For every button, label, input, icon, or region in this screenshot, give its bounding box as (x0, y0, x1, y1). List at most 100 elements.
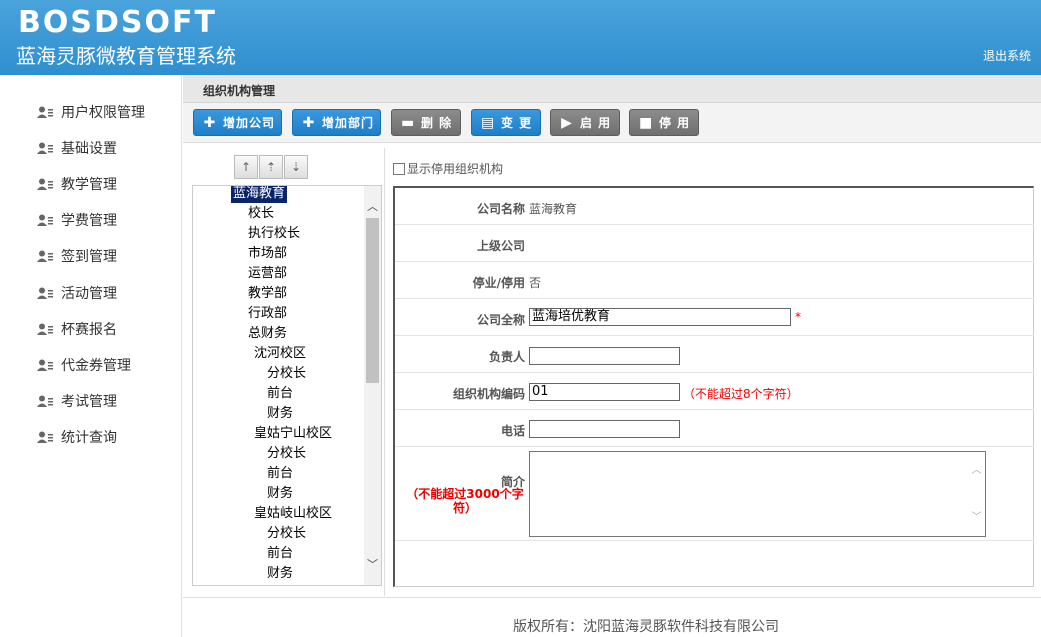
form-row-code: 组织机构编码 01 （不能超过8个字符） (395, 373, 1034, 410)
plus-icon: ✚ (203, 114, 217, 131)
chevron-down-icon[interactable]: ﹀ (364, 556, 381, 573)
form-row-phone: 电话 (395, 410, 1034, 447)
sidebar-item-label: 用户权限管理 (61, 105, 145, 121)
user-icon (37, 431, 53, 443)
sidebar-item-label: 学费管理 (61, 213, 117, 229)
add-department-button[interactable]: ✚ 增加部门 (292, 109, 381, 136)
add-company-button[interactable]: ✚ 增加公司 (193, 109, 282, 136)
tree-node[interactable]: 行政部 (248, 305, 287, 323)
required-mark: * (795, 310, 801, 324)
sidebar-item-label: 代金券管理 (61, 358, 131, 374)
disable-label: 停 用 (659, 116, 691, 130)
tree-node[interactable]: 总财务 (248, 325, 287, 343)
move-down-icon[interactable]: ⇣ (284, 155, 308, 179)
disable-button[interactable]: ■ 停 用 (629, 109, 699, 136)
add-department-label: 增加部门 (322, 116, 375, 130)
expand-all-icon[interactable]: ⇡ (259, 155, 283, 179)
phone-label: 电话 (500, 424, 525, 438)
show-disabled-label: 显示停用组织机构 (407, 162, 504, 176)
tree-node[interactable]: 前台 (267, 545, 293, 563)
manager-input[interactable] (529, 347, 680, 365)
sidebar-item-tuition[interactable]: 学费管理 (37, 209, 117, 231)
breadcrumb: 组织机构管理 (183, 75, 1041, 103)
tree-node[interactable]: 执行校长 (248, 225, 300, 243)
sidebar-item-exams[interactable]: 考试管理 (37, 390, 117, 412)
sidebar-item-user-permissions[interactable]: 用户权限管理 (37, 101, 145, 123)
user-icon (37, 323, 53, 335)
form-row-parent: 上级公司 (395, 225, 1034, 262)
delete-label: 删 除 (421, 116, 453, 130)
enable-button[interactable]: ▶ 启 用 (550, 109, 620, 136)
tree-node[interactable]: 前台 (267, 465, 293, 483)
tree-node[interactable]: 皇姑岐山校区 (254, 505, 332, 523)
tree-node[interactable]: 分校长 (267, 365, 306, 383)
tree-node[interactable]: 财务 (267, 485, 293, 503)
org-code-hint: （不能超过8个字符） (683, 387, 799, 401)
change-label: 变 更 (501, 116, 533, 130)
form-row-status: 停业/停用 否 (395, 262, 1034, 299)
move-up-icon[interactable]: ↑ (234, 155, 258, 179)
brand-logo: BOSDSOFT (18, 5, 217, 40)
tree-node[interactable]: 运营部 (248, 265, 287, 283)
tree-node[interactable]: 沈河校区 (254, 345, 306, 363)
document-icon: ▤ (481, 114, 496, 131)
parent-company-label: 上级公司 (476, 239, 525, 253)
sidebar-item-label: 考试管理 (61, 394, 117, 410)
sidebar-item-vouchers[interactable]: 代金券管理 (37, 354, 131, 376)
org-code-label: 组织机构编码 (452, 387, 525, 401)
tree-node[interactable]: 财务 (267, 405, 293, 423)
org-tree: 蓝海教育 校长 执行校长 市场部 运营部 教学部 行政部 总财务 沈河校区 分校… (192, 185, 382, 586)
tree-node[interactable]: 分校长 (267, 445, 306, 463)
user-icon (37, 142, 53, 154)
status-value: 否 (529, 276, 542, 290)
user-icon (37, 178, 53, 190)
sidebar-item-activities[interactable]: 活动管理 (37, 282, 117, 304)
company-form: 公司名称 蓝海教育 上级公司 停业/停用 否 公司全称 蓝海培优教育 * 负责人… (393, 186, 1034, 587)
phone-input[interactable] (529, 420, 680, 438)
sidebar-item-label: 统计查询 (61, 430, 117, 446)
form-row-manager: 负责人 (395, 336, 1034, 373)
user-icon (37, 106, 53, 118)
change-button[interactable]: ▤ 变 更 (471, 109, 541, 136)
minus-icon: ▬ (401, 114, 416, 131)
form-row-full-name: 公司全称 蓝海培优教育 * (395, 299, 1034, 336)
company-name-value: 蓝海教育 (529, 202, 578, 216)
tree-node[interactable]: 前台 (267, 385, 293, 403)
user-icon (37, 214, 53, 226)
full-name-label: 公司全称 (476, 313, 525, 327)
sidebar: 用户权限管理 基础设置 教学管理 学费管理 签到管理 活动管理 杯赛报名 代金券… (0, 75, 182, 637)
chevron-up-icon[interactable]: ︿ (968, 462, 985, 479)
play-icon: ▶ (561, 114, 573, 131)
scroll-thumb[interactable] (366, 218, 379, 383)
tree-node[interactable]: 校长 (248, 205, 274, 223)
show-disabled-checkbox[interactable] (393, 162, 405, 175)
sidebar-item-teaching[interactable]: 教学管理 (37, 173, 117, 195)
show-disabled-toggle[interactable]: 显示停用组织机构 (393, 160, 503, 177)
page-footer: 版权所有：沈阳蓝海灵豚软件科技有限公司 (183, 597, 1041, 637)
plus-icon: ✚ (302, 114, 316, 131)
intro-textarea[interactable]: ︿ ﹀ (529, 451, 986, 537)
tree-node[interactable]: 蓝海教育 (231, 186, 288, 203)
full-name-input[interactable]: 蓝海培优教育 (529, 308, 791, 326)
company-name-label: 公司名称 (476, 202, 525, 216)
logout-link[interactable]: 退出系统 (983, 47, 1031, 64)
sidebar-item-basic-settings[interactable]: 基础设置 (37, 137, 117, 159)
tree-scrollbar[interactable]: ︿ ﹀ (364, 186, 381, 585)
org-code-input[interactable]: 01 (529, 383, 680, 401)
stop-icon: ■ (639, 114, 654, 131)
toolbar: ✚ 增加公司 ✚ 增加部门 ▬ 删 除 ▤ 变 更 ▶ 启 用 ■ 停 用 (183, 103, 1041, 143)
textarea-scrollbar[interactable]: ︿ ﹀ (968, 452, 985, 536)
sidebar-item-competition[interactable]: 杯赛报名 (37, 318, 117, 340)
tree-node[interactable]: 财务 (267, 565, 293, 583)
delete-button[interactable]: ▬ 删 除 (391, 109, 461, 136)
user-icon (37, 395, 53, 407)
tree-toolbar: ↑ ⇡ ⇣ (234, 155, 309, 179)
tree-node[interactable]: 皇姑宁山校区 (254, 425, 332, 443)
tree-node[interactable]: 市场部 (248, 245, 287, 263)
sidebar-item-statistics[interactable]: 统计查询 (37, 426, 117, 448)
chevron-down-icon[interactable]: ﹀ (968, 509, 985, 526)
sidebar-item-checkin[interactable]: 签到管理 (37, 245, 117, 267)
tree-node[interactable]: 分校长 (267, 525, 306, 543)
tree-node[interactable]: 教学部 (248, 285, 287, 303)
chevron-up-icon[interactable]: ︿ (364, 198, 381, 215)
